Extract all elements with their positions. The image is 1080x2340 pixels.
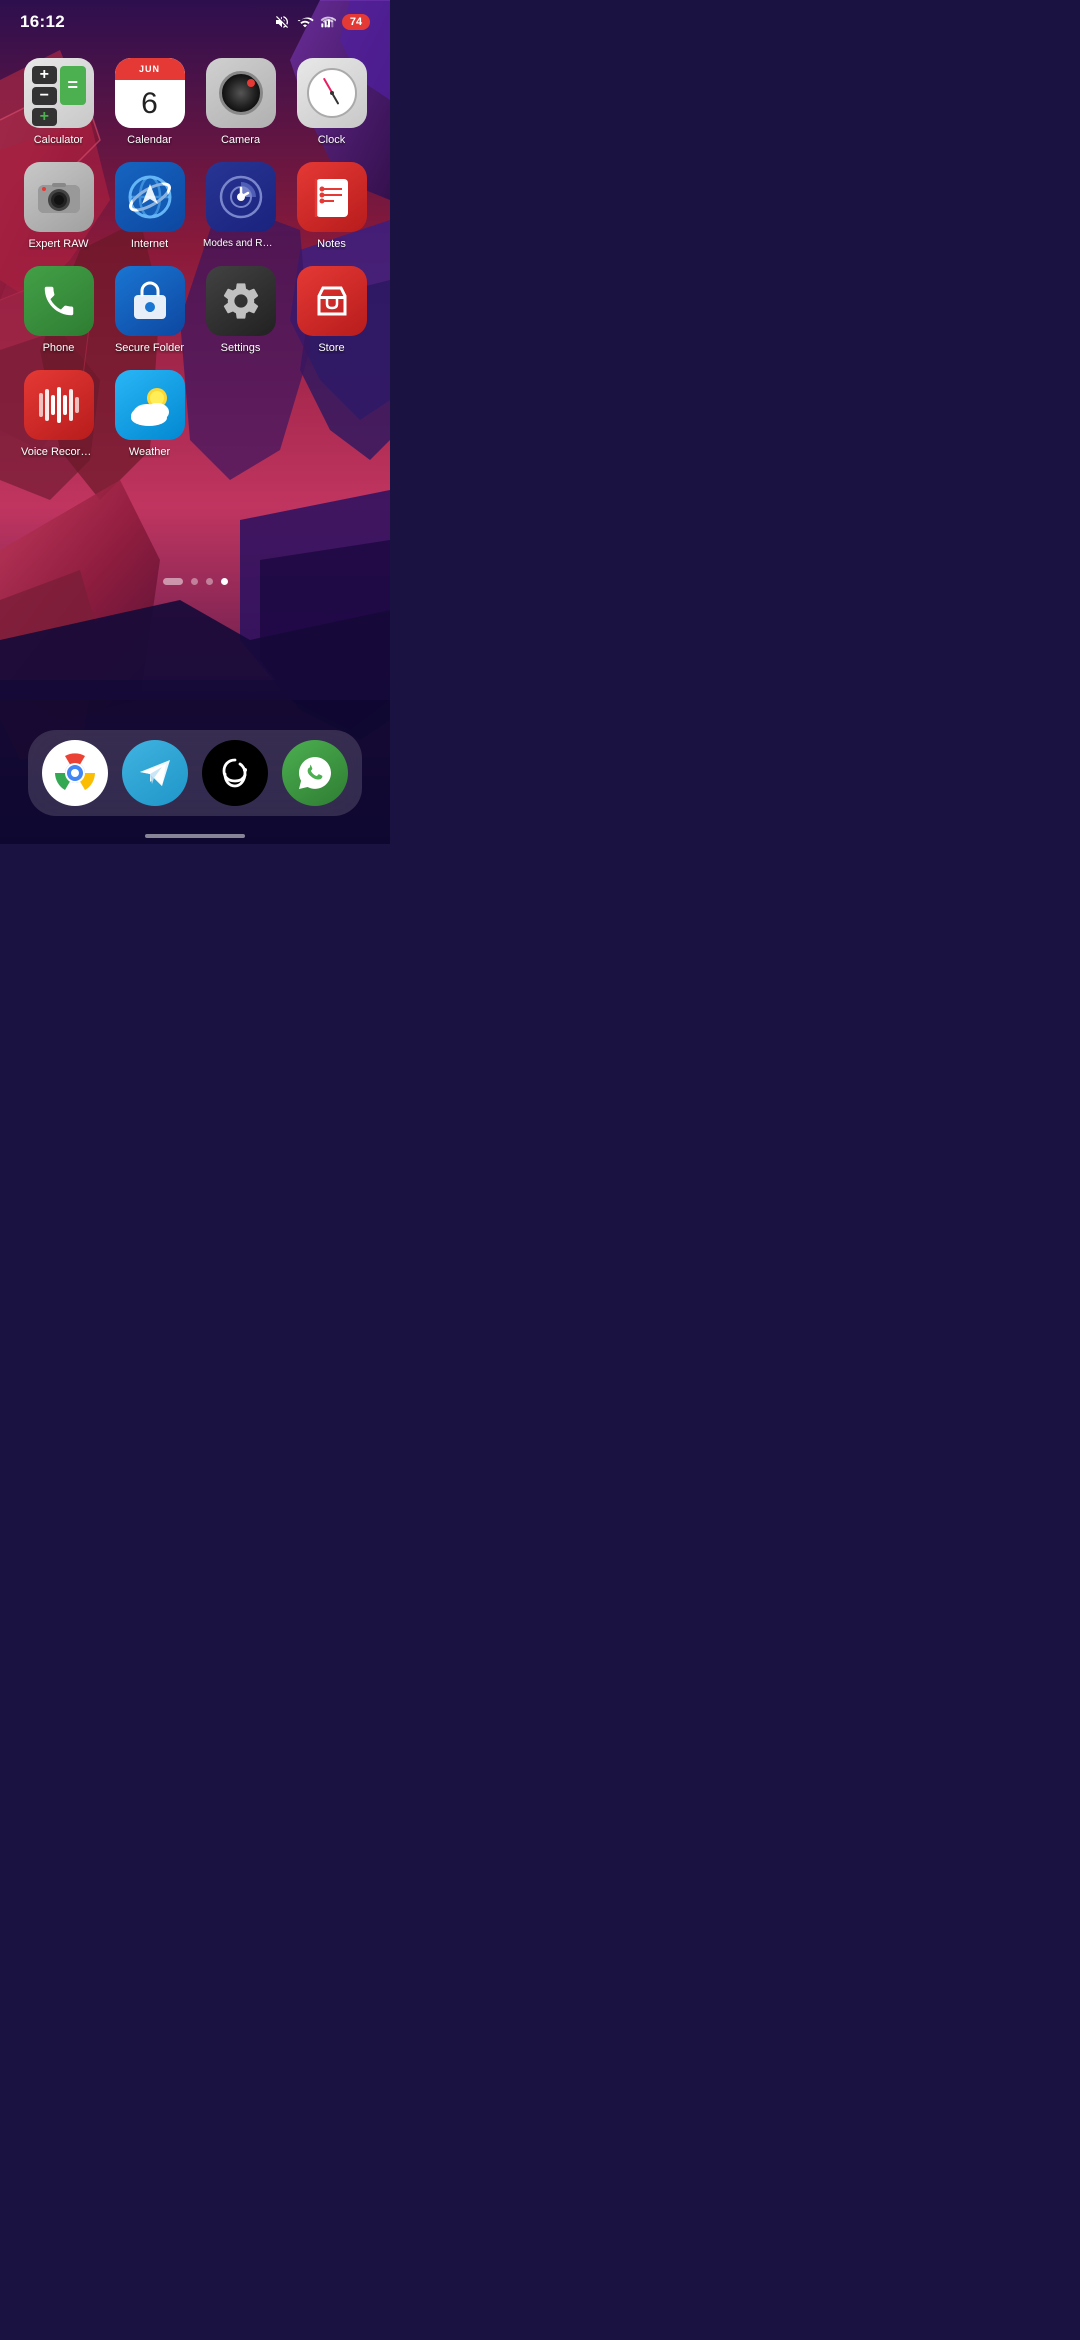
calculator-icon: + = − + [24, 58, 94, 128]
calendar-icon: JUN 6 [115, 58, 185, 128]
notes-icon [297, 162, 367, 232]
dock-whatsapp[interactable] [282, 740, 348, 806]
signal-icon [320, 14, 336, 30]
securefolder-label: Secure Folder [115, 342, 184, 354]
modesroutines-label: Modes and Routi... [203, 238, 278, 249]
securefolder-icon [115, 266, 185, 336]
status-icons: 74 [274, 14, 370, 30]
app-expertraw[interactable]: Expert RAW [18, 162, 99, 250]
notes-label: Notes [317, 238, 346, 250]
camera-lens [219, 71, 263, 115]
app-internet[interactable]: Internet [109, 162, 190, 250]
weather-icon [115, 370, 185, 440]
app-store[interactable]: Store [291, 266, 372, 354]
app-phone[interactable]: Phone [18, 266, 99, 354]
app-grid-row4: Voice Recorder Weather [0, 354, 390, 458]
store-svg [311, 280, 353, 322]
internet-label: Internet [131, 238, 168, 250]
dock-threads[interactable] [202, 740, 268, 806]
app-notes[interactable]: Notes [291, 162, 372, 250]
weather-label: Weather [129, 446, 170, 458]
telegram-svg [136, 754, 174, 792]
voicerecorder-icon [24, 370, 94, 440]
calendar-number: 6 [141, 87, 158, 121]
empty-slot-2 [291, 370, 361, 440]
internet-svg [127, 174, 173, 220]
voicerecorder-label: Voice Recorder [21, 446, 96, 458]
app-camera[interactable]: Camera [200, 58, 281, 146]
calendar-label: Calendar [127, 134, 172, 146]
empty-slot-1 [200, 370, 270, 440]
app-securefolder[interactable]: Secure Folder [109, 266, 190, 354]
internet-icon [115, 162, 185, 232]
page-dot-3-active [221, 578, 228, 585]
phone-icon [24, 266, 94, 336]
app-grid-row2: Expert RAW Internet [0, 146, 390, 250]
app-voicerecorder[interactable]: Voice Recorder [18, 370, 99, 458]
dock [28, 730, 362, 816]
whatsapp-svg [295, 753, 335, 793]
app-calculator[interactable]: + = − + Calculator [18, 58, 99, 146]
app-grid-row3: Phone Secure Folder Settings [0, 250, 390, 354]
app-weather[interactable]: Weather [109, 370, 190, 458]
camera-dot [247, 79, 255, 87]
clock-label: Clock [318, 134, 346, 146]
app-clock[interactable]: Clock [291, 58, 372, 146]
store-label: Store [318, 342, 344, 354]
phone-label: Phone [43, 342, 75, 354]
voicerecorder-svg [36, 385, 82, 425]
securefolder-svg [130, 281, 170, 321]
mute-icon [274, 14, 290, 30]
page-indicators [0, 578, 390, 585]
home-indicator [145, 834, 245, 838]
app-grid-row1: + = − + Calculator JUN 6 Calendar [0, 38, 390, 146]
app-modesroutines[interactable]: Modes and Routi... [200, 162, 281, 250]
threads-svg [218, 754, 252, 792]
chrome-svg [52, 750, 98, 796]
settings-label: Settings [221, 342, 261, 354]
camera-raw-svg [36, 179, 82, 215]
status-time: 16:12 [20, 12, 65, 32]
weather-svg [125, 382, 175, 428]
wifi-icon [296, 14, 314, 30]
phone-svg [40, 282, 78, 320]
expertraw-icon [24, 162, 94, 232]
settings-icon [206, 266, 276, 336]
dock-chrome[interactable] [42, 740, 108, 806]
app-calendar[interactable]: JUN 6 Calendar [109, 58, 190, 146]
page-dot-2 [206, 578, 213, 585]
clock-face [307, 68, 357, 118]
expertraw-label: Expert RAW [28, 238, 88, 250]
page-dot-1 [191, 578, 198, 585]
page-dot-home [163, 578, 183, 585]
app-settings[interactable]: Settings [200, 266, 281, 354]
gear-svg [219, 279, 263, 323]
camera-icon [206, 58, 276, 128]
modes-icon [206, 162, 276, 232]
store-icon [297, 266, 367, 336]
status-bar: 16:12 74 [0, 0, 390, 38]
camera-label: Camera [221, 134, 260, 146]
modes-svg [218, 174, 264, 220]
clock-icon [297, 58, 367, 128]
battery-indicator: 74 [342, 14, 370, 30]
notes-svg [310, 175, 354, 219]
calculator-label: Calculator [34, 134, 84, 146]
dock-telegram[interactable] [122, 740, 188, 806]
